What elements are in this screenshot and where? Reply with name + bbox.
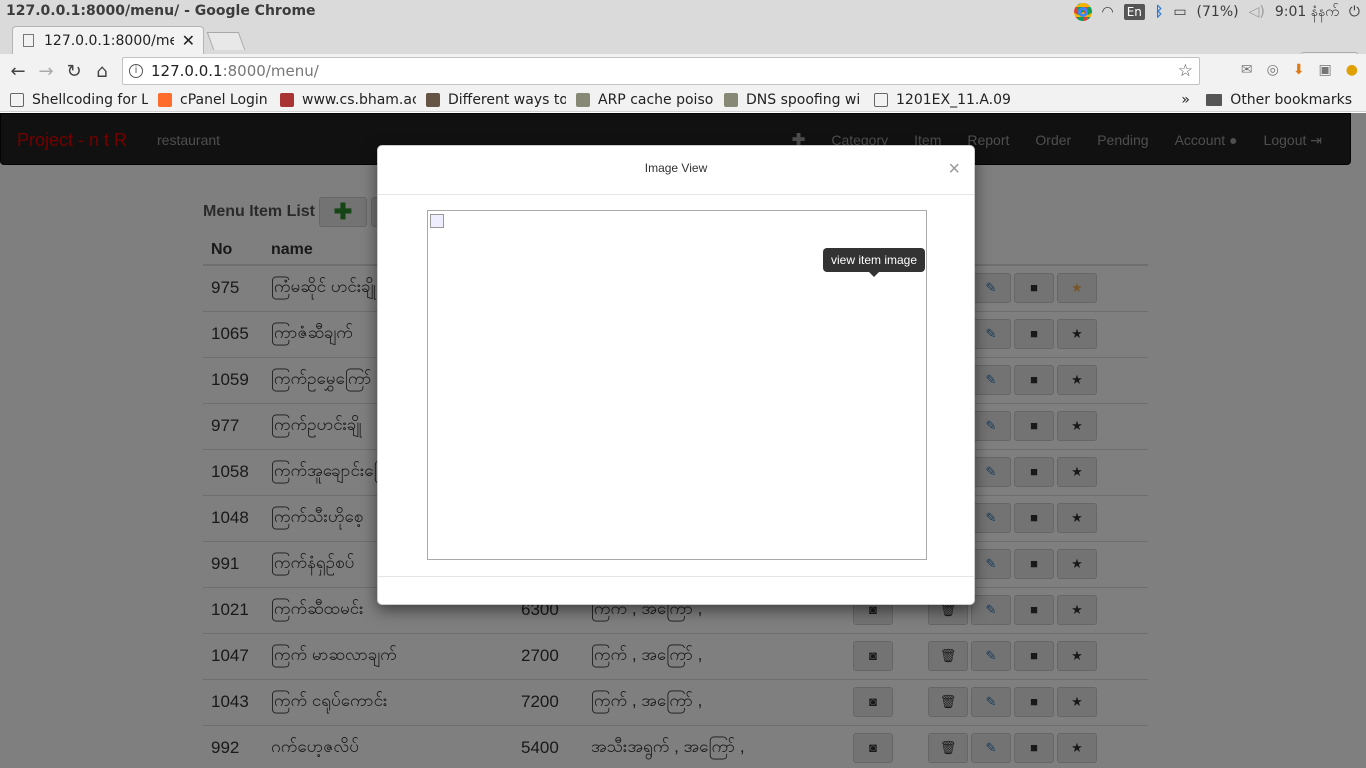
page-icon xyxy=(10,92,24,107)
modal-footer xyxy=(378,576,974,606)
bham-icon xyxy=(280,92,294,107)
bluetooth-icon[interactable]: ᛒ xyxy=(1155,4,1163,20)
tab-bar: 127.0.0.1:8000/men ✕ michael xyxy=(0,24,1366,68)
back-arrow-icon[interactable]: ← xyxy=(4,61,32,82)
bookmark-item[interactable]: ARP cache poiso xyxy=(576,92,714,108)
keyboard-indicator[interactable]: En xyxy=(1123,4,1145,20)
avatar-icon xyxy=(576,92,590,107)
tab-title: 127.0.0.1:8000/men xyxy=(44,32,174,49)
chrome-icon[interactable] xyxy=(1073,3,1092,21)
url-path: :8000/menu/ xyxy=(222,62,319,80)
cpanel-icon xyxy=(158,92,172,107)
broken-image-icon xyxy=(430,214,444,228)
power-icon[interactable]: ⏻ xyxy=(1349,4,1360,20)
address-bar[interactable]: i 127.0.0.1:8000/menu/ ☆ xyxy=(122,57,1200,85)
page-icon xyxy=(874,92,888,107)
other-bookmarks[interactable]: Other bookmarks xyxy=(1206,92,1352,108)
bookmark-item[interactable]: cPanel Login xyxy=(158,92,270,108)
bookmark-item[interactable]: DNS spoofing wi xyxy=(724,92,864,108)
bookmark-item[interactable]: 1201EX_11.A.09_ xyxy=(874,92,1010,108)
battery-icon[interactable]: ▭ xyxy=(1173,4,1186,20)
tab-menu[interactable]: 127.0.0.1:8000/men ✕ xyxy=(12,26,204,54)
battery-percent[interactable]: (71%) xyxy=(1197,4,1239,20)
modal-header: Image View × xyxy=(378,146,974,195)
info-icon[interactable]: i xyxy=(129,64,143,78)
page-icon xyxy=(23,34,34,47)
url-host: 127.0.0.1 xyxy=(151,62,223,80)
bookmark-item[interactable]: Different ways to xyxy=(426,92,566,108)
folder-icon xyxy=(1206,93,1223,106)
forward-arrow-icon[interactable]: → xyxy=(32,61,60,82)
close-icon[interactable]: × xyxy=(948,158,960,181)
new-tab-button[interactable] xyxy=(206,32,246,50)
modal-title: Image View xyxy=(644,161,708,175)
bookmarks-overflow-button[interactable]: » xyxy=(1181,92,1190,108)
extensions: ✉ ◎ ⬇ ▣ ● xyxy=(1241,62,1358,78)
bookmark-star-icon[interactable]: ☆ xyxy=(1178,61,1193,81)
bookmark-item[interactable]: Shellcoding for L xyxy=(10,92,148,108)
wifi-icon[interactable]: ◠ xyxy=(1102,4,1114,20)
tooltip: view item image xyxy=(823,248,926,277)
volume-icon[interactable]: ◁) xyxy=(1249,4,1265,20)
extension-mail-icon[interactable]: ✉ xyxy=(1241,62,1253,78)
home-icon[interactable]: ⌂ xyxy=(88,61,116,82)
window-title: 127.0.0.1:8000/menu/ - Google Chrome xyxy=(6,3,316,19)
avatar-icon xyxy=(426,92,440,107)
image-view-modal: Image View × view item image xyxy=(377,145,975,605)
modal-body: view item image xyxy=(378,195,974,576)
bookmark-item[interactable]: www.cs.bham.ac xyxy=(280,92,416,108)
os-top-bar: 127.0.0.1:8000/menu/ - Google Chrome ◠ E… xyxy=(0,0,1366,24)
download-icon[interactable]: ⬇ xyxy=(1293,62,1305,78)
extension-warning-icon[interactable]: ● xyxy=(1346,62,1358,78)
browser-toolbar: ← → ↻ ⌂ i 127.0.0.1:8000/menu/ ☆ ✉ ◎ ⬇ ▣… xyxy=(0,54,1366,88)
close-tab-icon[interactable]: ✕ xyxy=(182,31,195,50)
bookmarks-bar: Shellcoding for L cPanel Login www.cs.bh… xyxy=(0,88,1366,112)
clock[interactable]: 9:01 နံနက် xyxy=(1275,2,1339,23)
avatar-icon xyxy=(724,92,738,107)
system-tray: ◠ En ᛒ ▭ (71%) ◁) 9:01 နံနက် ⏻ xyxy=(1073,0,1360,24)
reload-icon[interactable]: ↻ xyxy=(60,61,88,82)
extension-save-icon[interactable]: ▣ xyxy=(1319,62,1332,78)
page-content: Project - n t R restaurant ✚ Category It… xyxy=(0,113,1366,768)
extension-swirl-icon[interactable]: ◎ xyxy=(1267,62,1279,78)
